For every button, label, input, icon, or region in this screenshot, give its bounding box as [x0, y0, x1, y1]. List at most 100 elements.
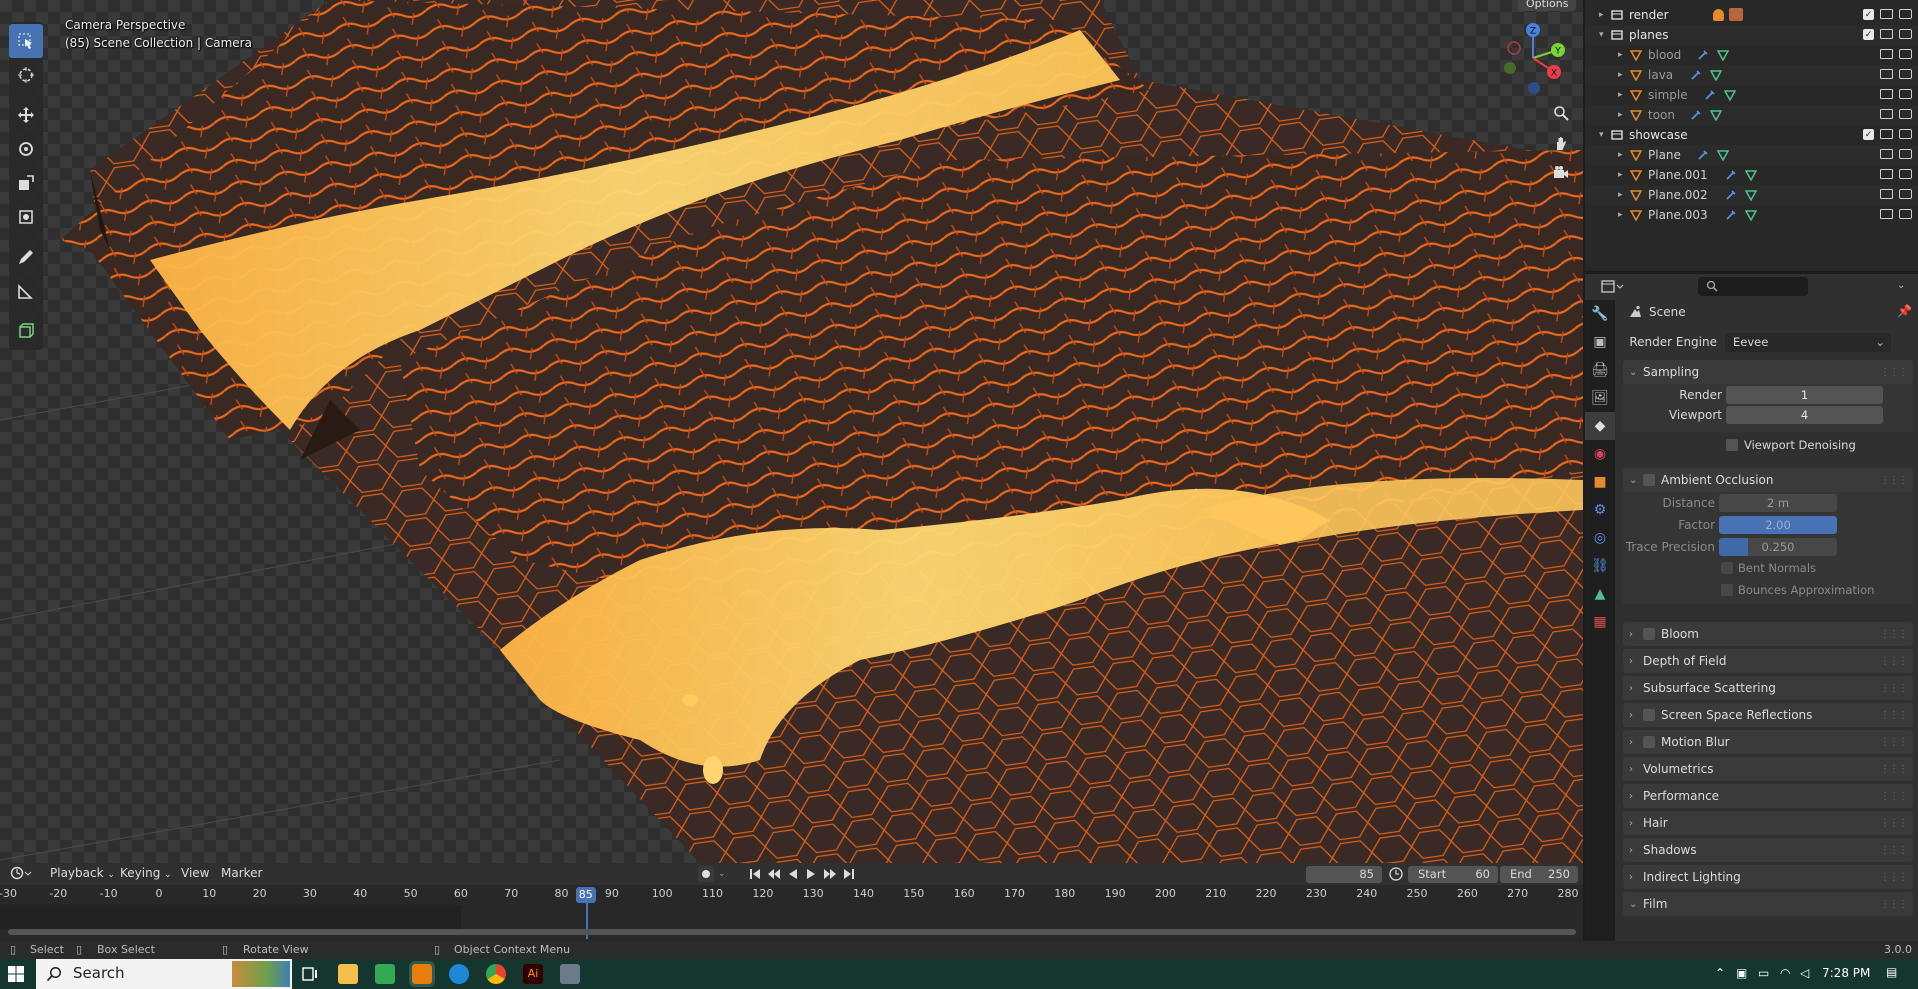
- collection-expand-icon[interactable]: ▸: [1599, 10, 1604, 20]
- light-icon[interactable]: [1713, 9, 1724, 21]
- taskbar-clock[interactable]: 7:28 PM: [1822, 966, 1870, 980]
- collection-expand-icon[interactable]: ▾: [1599, 30, 1604, 40]
- camera-icon[interactable]: [1899, 89, 1912, 99]
- ao-distance-field[interactable]: 2 m: [1719, 494, 1837, 512]
- modifier-wrench-icon[interactable]: [1725, 209, 1737, 221]
- chevron-down-icon[interactable]: ⌄: [1897, 280, 1905, 291]
- camera-icon[interactable]: [1899, 149, 1912, 159]
- mesh-data-icon[interactable]: [1745, 209, 1757, 221]
- panel-header-performance[interactable]: › Performance ⋮⋮⋮: [1623, 784, 1913, 808]
- physics-tab-icon[interactable]: ◎: [1585, 524, 1615, 552]
- timeline-track[interactable]: [0, 905, 1583, 941]
- exclude-checkbox[interactable]: ✓: [1863, 129, 1874, 140]
- start-frame-field[interactable]: Start 60: [1408, 866, 1498, 883]
- frame-ruler[interactable]: -30 -20 -10 0 10 20 30 40 50 60 70 80 90 100 110 120 130…: [0, 885, 1583, 905]
- outliner-row[interactable]: ▸ blood: [1585, 45, 1918, 65]
- scale-icon[interactable]: [9, 166, 43, 200]
- current-frame-field[interactable]: 85: [1306, 866, 1382, 883]
- constraints-tab-icon[interactable]: ⛓: [1585, 552, 1615, 580]
- monitor-icon[interactable]: [1880, 189, 1893, 199]
- chevron-up-icon[interactable]: ⌃: [1715, 966, 1725, 980]
- outliner-row[interactable]: ▸ simple: [1585, 85, 1918, 105]
- rotate-icon[interactable]: [9, 132, 43, 166]
- bounces-approx-checkbox[interactable]: [1721, 584, 1733, 596]
- play-icon[interactable]: [804, 867, 818, 881]
- editor-type-icon[interactable]: [10, 866, 34, 884]
- drag-grip-icon[interactable]: ⋮⋮⋮: [1880, 764, 1908, 775]
- object-expand-icon[interactable]: ▸: [1618, 190, 1623, 200]
- annotate-icon[interactable]: [9, 240, 43, 274]
- object-expand-icon[interactable]: ▸: [1618, 210, 1623, 220]
- render-engine-select[interactable]: Eevee ⌄: [1725, 333, 1891, 352]
- play-reverse-icon[interactable]: [786, 867, 800, 881]
- file-explorer-icon[interactable]: [338, 964, 358, 984]
- drag-grip-icon[interactable]: ⋮⋮⋮: [1880, 710, 1908, 721]
- drag-grip-icon[interactable]: ⋮⋮⋮: [1880, 683, 1908, 694]
- panel-header-motion-blur[interactable]: › Motion Blur ⋮⋮⋮: [1623, 730, 1913, 754]
- remote-desktop-icon[interactable]: [560, 964, 580, 984]
- camera-view-icon[interactable]: [1548, 160, 1574, 186]
- drag-grip-icon[interactable]: ⋮⋮⋮: [1880, 475, 1908, 486]
- panel-header-shadows[interactable]: › Shadows ⋮⋮⋮: [1623, 838, 1913, 862]
- object-expand-icon[interactable]: ▸: [1618, 50, 1623, 60]
- camera-icon[interactable]: [1899, 129, 1912, 139]
- render-tab-icon[interactable]: ▣: [1585, 328, 1615, 356]
- viewport-samples-field[interactable]: 4: [1726, 406, 1883, 424]
- network-icon[interactable]: ▣: [1736, 966, 1747, 980]
- outliner-row[interactable]: ▸ Plane.003: [1585, 205, 1918, 225]
- store-icon[interactable]: [375, 964, 395, 984]
- panel-enable-checkbox[interactable]: [1643, 709, 1655, 721]
- panel-header-bloom[interactable]: › Bloom ⋮⋮⋮: [1623, 622, 1913, 646]
- properties-search-input[interactable]: [1698, 277, 1808, 296]
- mesh-data-icon[interactable]: [1717, 149, 1729, 161]
- timeline-scrollbar[interactable]: [8, 929, 1576, 935]
- monitor-icon[interactable]: [1880, 89, 1893, 99]
- keying-menu[interactable]: Keying ⌄: [120, 866, 172, 880]
- task-view-icon[interactable]: [300, 964, 320, 984]
- camera-icon[interactable]: [1899, 9, 1912, 19]
- camera-icon[interactable]: [1899, 69, 1912, 79]
- panel-header-film[interactable]: ⌄ Film ⋮⋮⋮: [1623, 892, 1913, 916]
- mesh-data-icon[interactable]: [1717, 49, 1729, 61]
- jump-start-icon[interactable]: [748, 867, 762, 881]
- add-cube-icon[interactable]: [9, 314, 43, 348]
- tool-tab-icon[interactable]: 🔧: [1585, 300, 1615, 328]
- modifier-wrench-icon[interactable]: [1725, 169, 1737, 181]
- ao-enable-checkbox[interactable]: [1643, 474, 1655, 486]
- panel-header-hair[interactable]: › Hair ⋮⋮⋮: [1623, 811, 1913, 835]
- measure-icon[interactable]: [9, 274, 43, 308]
- outliner-row[interactable]: ▸ render ✓: [1585, 5, 1918, 25]
- drag-grip-icon[interactable]: ⋮⋮⋮: [1880, 845, 1908, 856]
- record-icon[interactable]: [698, 866, 714, 882]
- drag-grip-icon[interactable]: ⋮⋮⋮: [1880, 656, 1908, 667]
- mesh-data-icon[interactable]: [1745, 189, 1757, 201]
- mesh-data-icon[interactable]: [1745, 169, 1757, 181]
- camera-icon[interactable]: [1899, 189, 1912, 199]
- modifier-wrench-icon[interactable]: [1725, 189, 1737, 201]
- navigation-gizmo[interactable]: Z Y X: [1500, 22, 1566, 94]
- drag-grip-icon[interactable]: ⋮⋮⋮: [1880, 899, 1908, 910]
- monitor-icon[interactable]: [1880, 9, 1893, 19]
- 3d-viewport[interactable]: Options Camera Perspective (85) Scene Co…: [0, 0, 1583, 863]
- drag-grip-icon[interactable]: ⋮⋮⋮: [1880, 791, 1908, 802]
- camera-icon[interactable]: [1899, 49, 1912, 59]
- options-dropdown[interactable]: Options: [1518, 0, 1577, 11]
- modifier-wrench-icon[interactable]: [1704, 89, 1716, 101]
- view-layer-tab-icon[interactable]: 🖼: [1585, 384, 1615, 412]
- data-tab-icon[interactable]: ▲: [1585, 580, 1615, 608]
- monitor-icon[interactable]: [1880, 169, 1893, 179]
- panel-enable-checkbox[interactable]: [1643, 628, 1655, 640]
- pin-icon[interactable]: 📌: [1897, 304, 1912, 318]
- ao-panel-header[interactable]: ⌄ Ambient Occlusion ⋮⋮⋮: [1623, 468, 1913, 492]
- prev-keyframe-icon[interactable]: [766, 867, 782, 881]
- move-icon[interactable]: [9, 98, 43, 132]
- drag-grip-icon[interactable]: ⋮⋮⋮: [1880, 818, 1908, 829]
- monitor-icon[interactable]: [1880, 109, 1893, 119]
- drag-grip-icon[interactable]: ⋮⋮⋮: [1880, 367, 1908, 378]
- outliner-row[interactable]: ▾ planes ✓: [1585, 25, 1918, 45]
- object-expand-icon[interactable]: ▸: [1618, 110, 1623, 120]
- monitor-icon[interactable]: [1880, 209, 1893, 219]
- panel-header-subsurface-scattering[interactable]: › Subsurface Scattering ⋮⋮⋮: [1623, 676, 1913, 700]
- texture-tab-icon[interactable]: ▦: [1585, 608, 1615, 636]
- sampling-panel-header[interactable]: ⌄ Sampling ⋮⋮⋮: [1623, 360, 1913, 384]
